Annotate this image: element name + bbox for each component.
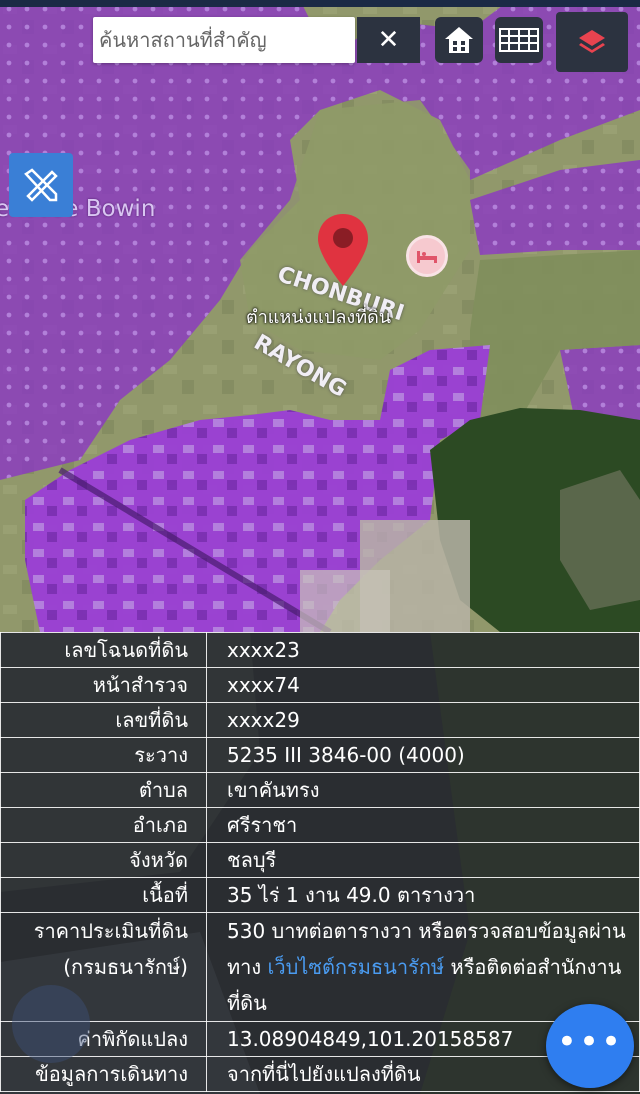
- appraisal-label-line1: ราคาประเมินที่ดิน: [33, 919, 188, 943]
- close-icon: ✕: [377, 25, 400, 55]
- land-info-table: เลขโฉนดที่ดิน xxxx23 หน้าสำรวจ xxxx74 เล…: [0, 632, 640, 1092]
- row-label: ข้อมูลการเดินทาง: [0, 1056, 207, 1092]
- row-value: 5235 III 3846-00 (4000): [206, 737, 640, 773]
- appraisal-label-line2: (กรมธนารักษ์): [63, 955, 188, 979]
- info-row-deed-number: เลขโฉนดที่ดิน xxxx23: [0, 632, 640, 668]
- info-row-district: อำเภอ ศรีราชา: [0, 807, 640, 843]
- clear-search-button[interactable]: ✕: [357, 17, 420, 63]
- info-row-land-number: เลขที่ดิน xxxx29: [0, 702, 640, 738]
- map-view[interactable]: rehouse Bowin CHONBURI RAYONG ตำแหน่งแปล…: [0, 0, 640, 632]
- row-label: เลขที่ดิน: [0, 702, 207, 738]
- grid-button[interactable]: [495, 17, 543, 63]
- info-row-map-sheet: ระวาง 5235 III 3846-00 (4000): [0, 737, 640, 773]
- status-strip: [0, 0, 640, 7]
- row-value: ศรีราชา: [206, 807, 640, 843]
- home-button[interactable]: [435, 17, 483, 63]
- row-value: 35 ไร่ 1 งาน 49.0 ตารางวา: [206, 877, 640, 913]
- location-pin-icon[interactable]: [316, 212, 370, 292]
- row-value: xxxx23: [206, 632, 640, 668]
- row-value: xxxx29: [206, 702, 640, 738]
- ruler-pencil-icon: [24, 168, 58, 202]
- more-options-button[interactable]: •••: [546, 1004, 634, 1088]
- info-row-appraisal: ราคาประเมินที่ดิน (กรมธนารักษ์) 530 บาทต…: [0, 912, 640, 1022]
- search-input[interactable]: [93, 17, 355, 63]
- treasury-website-link[interactable]: เว็บไซต์กรมธนารักษ์: [268, 955, 445, 979]
- row-label: ตำบล: [0, 772, 207, 808]
- info-icon[interactable]: [12, 985, 90, 1063]
- info-row-province: จังหวัด ชลบุรี: [0, 842, 640, 878]
- row-label: จังหวัด: [0, 842, 207, 878]
- row-label: หน้าสำรวจ: [0, 667, 207, 703]
- info-row-area: เนื้อที่ 35 ไร่ 1 งาน 49.0 ตารางวา: [0, 877, 640, 913]
- more-dots-icon: •••: [556, 1022, 624, 1062]
- land-info-panel: เลขโฉนดที่ดิน xxxx23 หน้าสำรวจ xxxx74 เล…: [0, 632, 640, 1094]
- layers-button[interactable]: [556, 12, 628, 72]
- measure-button[interactable]: [9, 153, 73, 217]
- info-row-coordinates: ค่าพิกัดแปลง 13.08904849,101.20158587: [0, 1021, 640, 1057]
- grid-icon: [499, 28, 539, 52]
- parcel-marker-label: ตำแหน่งแปลงที่ดิน: [246, 307, 392, 328]
- search-box: [93, 17, 355, 63]
- info-row-subdistrict: ตำบล เขาคันทรง: [0, 772, 640, 808]
- row-value: xxxx74: [206, 667, 640, 703]
- row-value: เขาคันทรง: [206, 772, 640, 808]
- row-label: อำเภอ: [0, 807, 207, 843]
- hotel-icon[interactable]: [406, 235, 448, 277]
- info-row-survey-page: หน้าสำรวจ xxxx74: [0, 667, 640, 703]
- row-value: 530 บาทต่อตารางวา หรือตรวจสอบข้อมูลผ่านท…: [206, 912, 640, 1022]
- home-icon: [445, 27, 473, 53]
- row-value: ชลบุรี: [206, 842, 640, 878]
- info-row-directions: ข้อมูลการเดินทาง จากที่นี่ไปยังแปลงที่ดิ…: [0, 1056, 640, 1092]
- row-label: ระวาง: [0, 737, 207, 773]
- layers-icon: [579, 30, 605, 53]
- row-label: เนื้อที่: [0, 877, 207, 913]
- row-label: เลขโฉนดที่ดิน: [0, 632, 207, 668]
